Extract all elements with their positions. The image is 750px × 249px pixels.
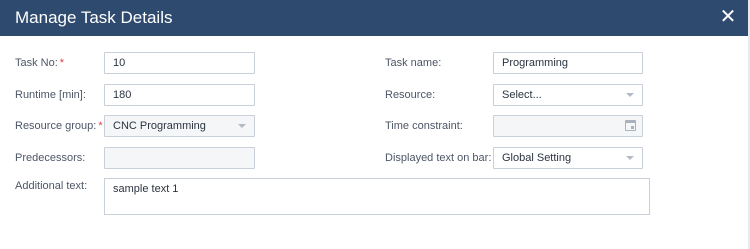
task-no-label-text: Task No: (15, 57, 58, 69)
resource-select[interactable]: Select... (493, 84, 643, 106)
required-marker: * (98, 120, 103, 132)
dialog-title: Manage Task Details (15, 8, 173, 27)
additional-text-label: Additional text: (15, 180, 88, 192)
resource-group-select[interactable]: CNC Programming (104, 115, 255, 137)
predecessors-input[interactable] (104, 147, 255, 169)
resource-label: Resource: (385, 89, 436, 101)
time-constraint-input[interactable] (493, 115, 643, 137)
runtime-input[interactable]: 180 (104, 84, 255, 106)
time-constraint-label: Time constraint: (385, 120, 463, 132)
displayed-text-select[interactable]: Global Setting (493, 147, 643, 169)
runtime-label: Runtime [min]: (15, 89, 86, 101)
displayed-text-value: Global Setting (502, 152, 572, 164)
additional-text-textarea[interactable]: sample text 1 (104, 178, 650, 215)
chevron-down-icon (626, 156, 634, 160)
calendar-icon[interactable] (625, 120, 636, 131)
resource-group-label-text: Resource group: (15, 120, 97, 132)
dialog-titlebar: Manage Task Details ✕ (0, 0, 750, 36)
predecessors-label: Predecessors: (15, 152, 86, 164)
required-marker: * (59, 57, 65, 69)
displayed-text-label: Displayed text on bar: (385, 152, 492, 164)
task-name-input[interactable]: Programming (493, 52, 643, 74)
task-no-label: Task No: * (15, 57, 64, 69)
resource-group-label: Resource group: * (15, 120, 103, 132)
task-name-label: Task name: (385, 57, 442, 69)
resource-value: Select... (502, 89, 542, 101)
close-icon[interactable]: ✕ (718, 7, 738, 27)
chevron-down-icon (238, 124, 246, 128)
task-no-input[interactable]: 10 (104, 52, 255, 74)
chevron-down-icon (626, 93, 634, 97)
resource-group-value: CNC Programming (113, 120, 206, 132)
